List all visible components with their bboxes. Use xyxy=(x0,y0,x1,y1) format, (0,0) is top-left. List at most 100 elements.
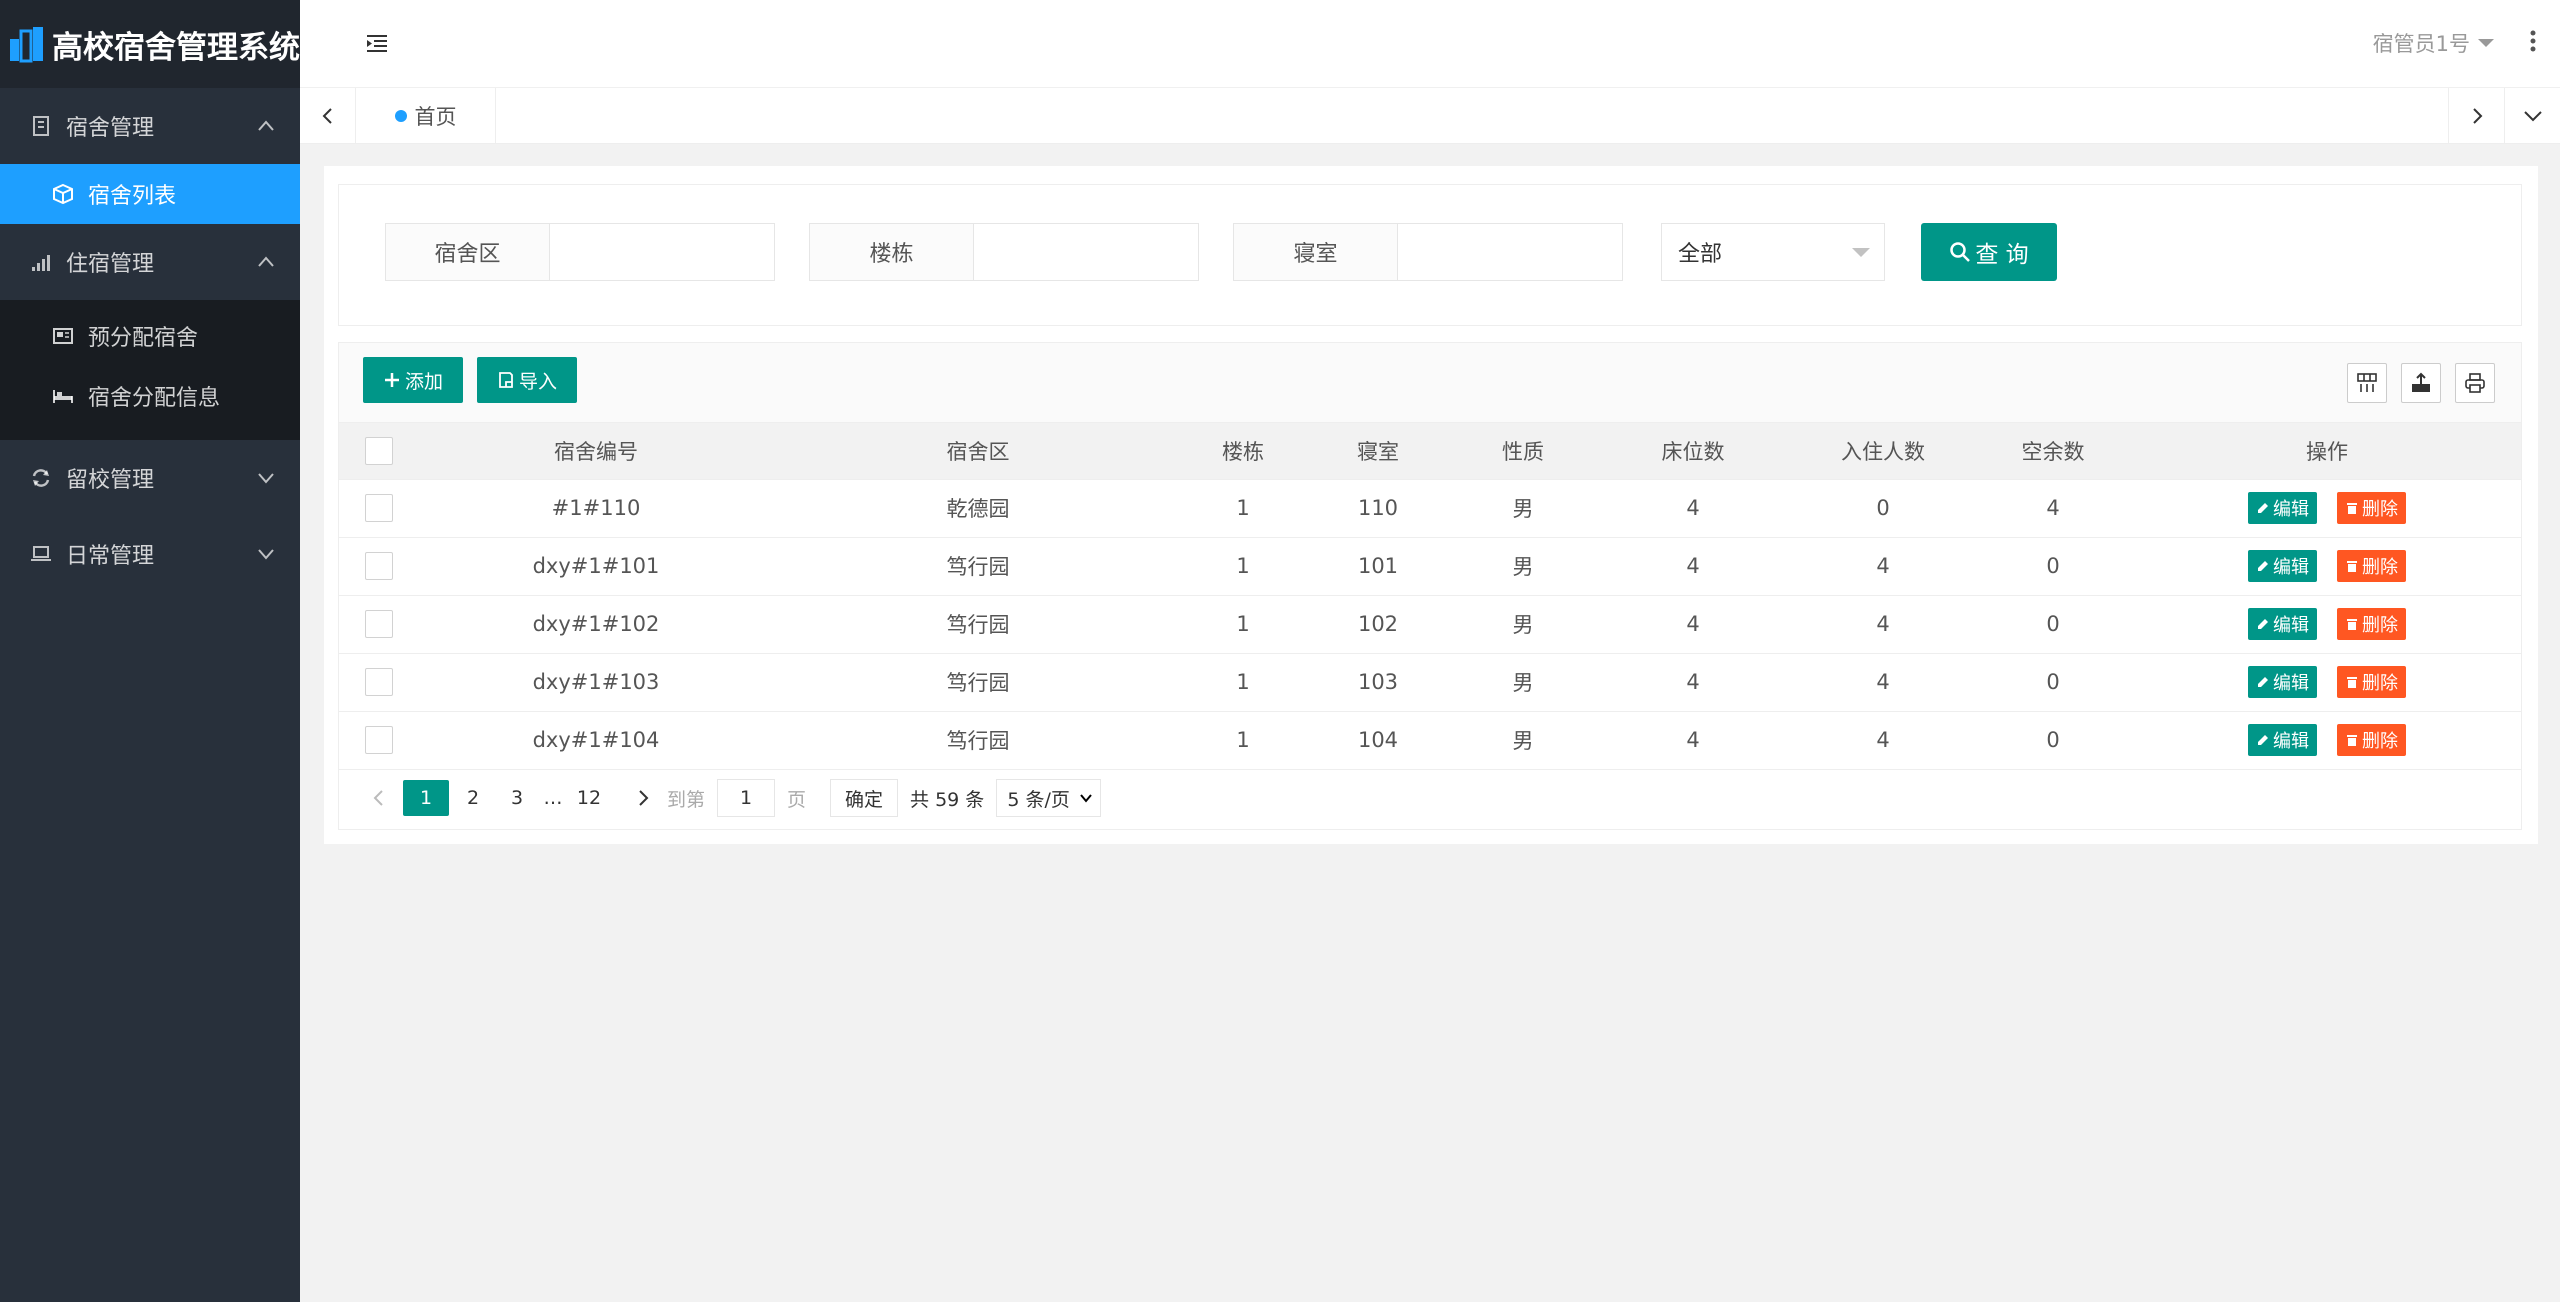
building-input[interactable] xyxy=(974,224,1198,280)
table-cell: 1 xyxy=(1183,711,1303,770)
edit-button[interactable]: 编辑 xyxy=(2248,492,2317,524)
chevron-up-icon xyxy=(258,256,274,267)
table-cell: 0 xyxy=(1973,537,2133,596)
table-row: dxy#1#103 笃行园 1 103 男 4 4 0 编辑 删除 xyxy=(339,653,2521,712)
trash-icon xyxy=(2347,677,2357,688)
delete-button[interactable]: 删除 xyxy=(2337,550,2406,582)
table-cell: dxy#1#102 xyxy=(419,595,773,654)
select-all-cell xyxy=(339,423,419,480)
delete-button[interactable]: 删除 xyxy=(2337,666,2406,698)
table-cell: dxy#1#103 xyxy=(419,653,773,712)
table-cell: 男 xyxy=(1453,653,1593,712)
query-button[interactable]: 查 询 xyxy=(1921,223,2057,281)
actions-cell: 编辑 删除 xyxy=(2133,537,2521,596)
table-cell: 笃行园 xyxy=(773,711,1183,770)
bed-icon xyxy=(53,390,73,403)
user-name: 宿管员1号 xyxy=(2372,32,2470,56)
edit-button[interactable]: 编辑 xyxy=(2248,666,2317,698)
print-button[interactable] xyxy=(2455,363,2495,403)
chevron-down-icon xyxy=(258,549,274,560)
page-button[interactable]: 1 xyxy=(403,780,449,816)
room-input[interactable] xyxy=(1398,224,1622,280)
tab-home[interactable]: 首页 xyxy=(356,88,496,144)
goto-confirm-button[interactable]: 确定 xyxy=(830,779,899,817)
row-checkbox[interactable] xyxy=(365,726,393,754)
table-cell: 101 xyxy=(1303,537,1453,596)
row-select-cell xyxy=(339,711,419,770)
next-page-button[interactable] xyxy=(623,780,663,816)
table-header-row: 宿舍编号 宿舍区 楼栋 寝室 性质 床位数 入住人数 空余数 操作 xyxy=(339,423,2521,480)
delete-button[interactable]: 删除 xyxy=(2337,608,2406,640)
sidebar-item-label: 宿舍分配信息 xyxy=(88,386,221,411)
delete-button[interactable]: 删除 xyxy=(2337,724,2406,756)
sidebar-group-dorm[interactable]: 宿舍管理 xyxy=(0,88,300,164)
actions-cell: 编辑 删除 xyxy=(2133,595,2521,654)
room-label: 寝室 xyxy=(1234,224,1398,280)
user-menu[interactable]: 宿管员1号 xyxy=(2373,28,2494,58)
edit-button[interactable]: 编辑 xyxy=(2248,608,2317,640)
page-button[interactable]: 12 xyxy=(569,780,609,816)
table-row: dxy#1#104 笃行园 1 104 男 4 4 0 编辑 删除 xyxy=(339,711,2521,770)
page-unit-label: 页 xyxy=(787,788,807,811)
table-cell: 笃行园 xyxy=(773,653,1183,712)
export-button[interactable] xyxy=(2401,363,2441,403)
pagination: 1 2 3 … 12 到第 1 页 确定 共 59 条 5 条/页 xyxy=(339,767,2521,829)
sidebar-item-dorm-list[interactable]: 宿舍列表 xyxy=(0,164,300,224)
edit-label: 编辑 xyxy=(2273,557,2309,578)
tab-options-button[interactable] xyxy=(2504,88,2560,144)
select-all-checkbox[interactable] xyxy=(365,436,393,465)
import-button[interactable]: 导入 xyxy=(477,357,577,403)
edit-label: 编辑 xyxy=(2273,731,2309,752)
chevron-right-icon xyxy=(639,790,649,806)
sidebar-item-preassign[interactable]: 预分配宿舍 xyxy=(0,306,300,366)
column-header: 性质 xyxy=(1453,423,1593,480)
total-count: 共 59 条 xyxy=(910,788,985,811)
building-logo-icon xyxy=(10,27,43,63)
tab-scroll-left-button[interactable] xyxy=(300,88,356,144)
building-field: 楼栋 xyxy=(809,223,1199,281)
plus-icon xyxy=(384,373,399,387)
row-checkbox[interactable] xyxy=(365,552,393,580)
table-cell: 4 xyxy=(1593,711,1793,770)
table-row: #1#110 乾德园 1 110 男 4 0 4 编辑 删除 xyxy=(339,479,2521,538)
delete-button[interactable]: 删除 xyxy=(2337,492,2406,524)
page-ellipsis: … xyxy=(543,787,563,809)
tab-scroll-right-button[interactable] xyxy=(2448,88,2504,144)
row-checkbox[interactable] xyxy=(365,494,393,522)
row-checkbox[interactable] xyxy=(365,668,393,696)
pencil-icon xyxy=(2258,503,2268,513)
edit-button[interactable]: 编辑 xyxy=(2248,550,2317,582)
add-label: 添加 xyxy=(404,370,443,393)
sidebar-group-lodging[interactable]: 住宿管理 xyxy=(0,224,300,300)
table-cell: 男 xyxy=(1453,479,1593,538)
gender-select[interactable]: 全部 xyxy=(1661,223,1885,281)
sidebar-group-stay[interactable]: 留校管理 xyxy=(0,440,300,516)
page-button[interactable]: 3 xyxy=(497,780,537,816)
tab-bar: 首页 xyxy=(300,88,2560,144)
print-icon xyxy=(2465,373,2485,393)
prev-page-button[interactable] xyxy=(359,780,399,816)
table-cell: 4 xyxy=(1593,537,1793,596)
table-cell: 4 xyxy=(1593,595,1793,654)
page-size-select[interactable]: 5 条/页 xyxy=(996,779,1101,817)
page-button[interactable]: 2 xyxy=(453,780,493,816)
app-logo: 高校宿舍管理系统 xyxy=(0,0,300,88)
laptop-icon xyxy=(31,546,51,561)
table-cell: 笃行园 xyxy=(773,595,1183,654)
row-select-cell xyxy=(339,595,419,654)
area-input[interactable] xyxy=(550,224,774,280)
document-icon xyxy=(499,372,513,388)
goto-page-input[interactable]: 1 xyxy=(717,779,776,817)
edit-button[interactable]: 编辑 xyxy=(2248,724,2317,756)
pencil-icon xyxy=(2258,561,2268,571)
row-checkbox[interactable] xyxy=(365,610,393,638)
trash-icon xyxy=(2347,561,2357,572)
menu-toggle-icon[interactable] xyxy=(366,32,388,54)
more-vertical-icon[interactable] xyxy=(2530,30,2536,52)
sidebar-group-daily[interactable]: 日常管理 xyxy=(0,516,300,592)
add-button[interactable]: 添加 xyxy=(363,357,463,403)
edit-label: 编辑 xyxy=(2273,499,2309,520)
columns-filter-button[interactable] xyxy=(2347,363,2387,403)
sidebar-item-assign-info[interactable]: 宿舍分配信息 xyxy=(0,366,300,426)
newspaper-icon xyxy=(53,328,73,344)
